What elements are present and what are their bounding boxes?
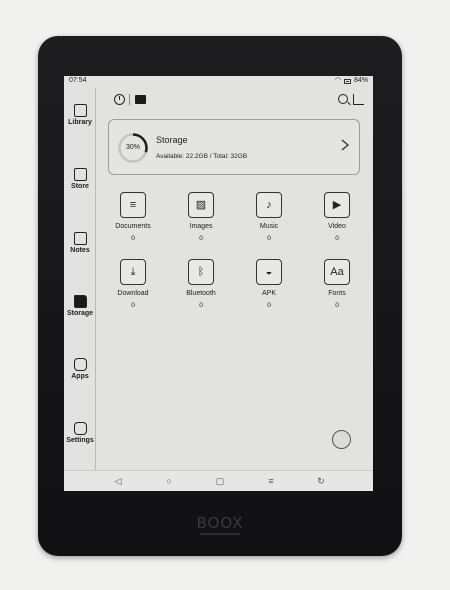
recents-icon[interactable]: ▢ bbox=[214, 476, 226, 486]
category-label: Music bbox=[259, 223, 279, 230]
download-icon: ⤓ bbox=[120, 259, 146, 285]
top-toolbar bbox=[114, 94, 366, 108]
category-label: Images bbox=[189, 223, 213, 230]
category-label: Documents bbox=[115, 223, 151, 230]
status-bar: 07:54 ◠ 84% bbox=[64, 76, 373, 86]
category-label: Bluetooth bbox=[186, 290, 216, 297]
search-icon[interactable] bbox=[338, 94, 348, 104]
floating-action-button[interactable] bbox=[332, 430, 351, 449]
sidebar-item-storage[interactable]: Storage bbox=[64, 295, 96, 317]
image-icon: ▨ bbox=[188, 192, 214, 218]
music-note-icon: ♪ bbox=[256, 192, 282, 218]
book-icon bbox=[73, 104, 87, 117]
sidebar-item-label: Library bbox=[68, 119, 92, 126]
wifi-icon: ◠ bbox=[334, 77, 341, 84]
ereader-device: 07:54 ◠ 84% Library Store Notes Storage … bbox=[38, 36, 402, 556]
category-count: 0 bbox=[267, 235, 271, 242]
video-icon: ▶ bbox=[324, 192, 350, 218]
category-video[interactable]: ▶ Video 0 bbox=[313, 192, 361, 242]
category-label: Download bbox=[117, 290, 149, 297]
category-fonts[interactable]: Aa Fonts 0 bbox=[313, 259, 361, 309]
sidebar-item-store[interactable]: Store bbox=[64, 168, 96, 190]
category-count: 0 bbox=[335, 302, 339, 309]
document-icon: ≡ bbox=[120, 192, 146, 218]
bluetooth-icon: ᛒ bbox=[188, 259, 214, 285]
sidebar-item-label: Settings bbox=[66, 437, 94, 444]
sidebar-item-label: Store bbox=[71, 183, 89, 190]
folder-icon[interactable] bbox=[135, 95, 146, 104]
folder-icon bbox=[73, 295, 87, 308]
category-count: 0 bbox=[131, 302, 135, 309]
category-bluetooth[interactable]: ᛒ Bluetooth 0 bbox=[177, 259, 225, 309]
history-clock-icon[interactable] bbox=[114, 94, 125, 105]
category-label: Fonts bbox=[328, 290, 346, 297]
gear-hexagon-icon bbox=[73, 422, 87, 435]
category-count: 0 bbox=[131, 235, 135, 242]
category-download[interactable]: ⤓ Download 0 bbox=[109, 259, 157, 309]
category-count: 0 bbox=[267, 302, 271, 309]
category-apk[interactable]: ◒ APK 0 bbox=[245, 259, 293, 309]
store-icon bbox=[73, 168, 87, 181]
status-right: ◠ 84% bbox=[335, 76, 368, 86]
storage-title: Storage bbox=[156, 135, 188, 145]
sidebar-item-label: Apps bbox=[71, 373, 89, 380]
statistics-icon[interactable] bbox=[353, 94, 364, 105]
sidebar-item-settings[interactable]: Settings bbox=[64, 422, 96, 444]
toolbar-divider bbox=[129, 94, 130, 105]
status-time: 07:54 bbox=[69, 77, 87, 84]
back-icon[interactable]: ◁ bbox=[112, 476, 124, 486]
screen: 07:54 ◠ 84% Library Store Notes Storage … bbox=[64, 76, 373, 491]
category-documents[interactable]: ≡ Documents 0 bbox=[109, 192, 157, 242]
category-music[interactable]: ♪ Music 0 bbox=[245, 192, 293, 242]
sidebar-item-apps[interactable]: Apps bbox=[64, 358, 96, 380]
storage-card[interactable]: 30% Storage Available: 22.2GB / Total: 3… bbox=[108, 119, 360, 175]
brand-underline bbox=[200, 533, 240, 535]
home-icon[interactable]: ○ bbox=[163, 476, 175, 486]
sidebar: Library Store Notes Storage Apps Setting… bbox=[64, 88, 96, 470]
category-count: 0 bbox=[199, 235, 203, 242]
chevron-right-icon bbox=[341, 139, 350, 151]
category-label: APK bbox=[261, 290, 276, 297]
storage-percent: 30% bbox=[125, 144, 140, 151]
sidebar-item-label: Notes bbox=[70, 247, 90, 254]
battery-level: 84% bbox=[353, 77, 368, 84]
apps-hexagon-icon bbox=[73, 358, 87, 371]
refresh-icon[interactable]: ↻ bbox=[315, 476, 327, 486]
device-brand-logo: BOOX bbox=[196, 514, 244, 532]
sidebar-item-notes[interactable]: Notes bbox=[64, 232, 96, 254]
sidebar-item-label: Storage bbox=[66, 310, 94, 317]
category-count: 0 bbox=[199, 302, 203, 309]
category-label: Video bbox=[328, 223, 346, 230]
menu-icon[interactable]: ≡ bbox=[265, 476, 277, 486]
category-count: 0 bbox=[335, 235, 339, 242]
storage-detail: Available: 22.2GB / Total: 32GB bbox=[156, 153, 248, 160]
category-images[interactable]: ▨ Images 0 bbox=[177, 192, 225, 242]
system-navigation-bar: ◁ ○ ▢ ≡ ↻ bbox=[64, 470, 373, 491]
battery-icon bbox=[343, 78, 351, 84]
fonts-icon: Aa bbox=[324, 259, 350, 285]
sidebar-item-library[interactable]: Library bbox=[64, 104, 96, 126]
android-icon: ◒ bbox=[256, 259, 282, 285]
note-pen-icon bbox=[73, 232, 87, 245]
